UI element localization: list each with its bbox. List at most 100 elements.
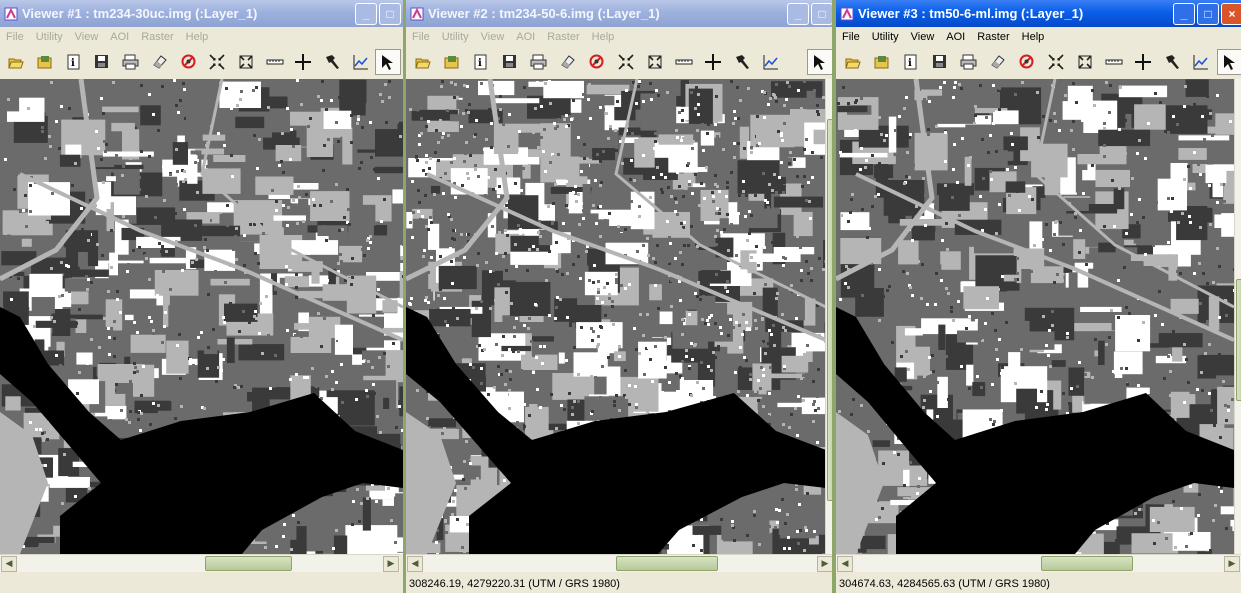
eraser-icon[interactable]	[146, 49, 175, 75]
zoom-in-icon[interactable]	[203, 49, 232, 75]
open-icon[interactable]	[2, 49, 31, 75]
save-icon[interactable]	[88, 49, 117, 75]
zoom-in-icon[interactable]	[1041, 49, 1070, 75]
eraser-icon[interactable]	[553, 49, 582, 75]
scroll-right-button[interactable]: ▶	[817, 556, 833, 572]
scroll-left-button[interactable]: ◀	[1, 556, 17, 572]
menu-raster[interactable]: Raster	[135, 31, 179, 43]
viewer-1-titlebar[interactable]: Viewer #1 : tm234-30uc.img (:Layer_1) _ …	[0, 0, 403, 27]
menu-help[interactable]: Help	[1016, 31, 1051, 43]
close-button[interactable]: ×	[1221, 2, 1241, 25]
viewer-2-toolbar: i	[406, 47, 835, 77]
clear-icon[interactable]	[174, 49, 203, 75]
measure-icon[interactable]	[260, 49, 289, 75]
hammer-icon[interactable]	[727, 49, 756, 75]
menu-utility[interactable]: Utility	[436, 31, 475, 43]
menu-raster[interactable]: Raster	[541, 31, 585, 43]
viewer-3-vscrollbar[interactable]	[1234, 79, 1241, 554]
viewer-1-title: Viewer #1 : tm234-30uc.img (:Layer_1)	[22, 6, 258, 21]
open-raster-icon[interactable]	[867, 49, 896, 75]
menu-help[interactable]: Help	[586, 31, 621, 43]
pointer-icon[interactable]	[807, 49, 833, 75]
menu-utility[interactable]: Utility	[30, 31, 69, 43]
viewer-2-menubar: File Utility View AOI Raster Help	[406, 27, 835, 46]
menu-view[interactable]: View	[69, 31, 105, 43]
viewer-3-hscrollbar[interactable]: ◀ ▶	[836, 554, 1241, 572]
menu-aoi[interactable]: AOI	[940, 31, 971, 43]
scroll-thumb[interactable]	[1041, 556, 1133, 571]
pointer-icon[interactable]	[1217, 49, 1241, 75]
minimize-button[interactable]: _	[787, 2, 809, 25]
zoom-in-icon[interactable]	[611, 49, 640, 75]
measure-icon[interactable]	[1099, 49, 1128, 75]
scroll-right-button[interactable]: ▶	[383, 556, 399, 572]
viewer-3-menubar: File Utility View AOI Raster Help	[836, 27, 1241, 46]
open-icon[interactable]	[408, 49, 437, 75]
profile-icon[interactable]	[756, 49, 785, 75]
print-icon[interactable]	[524, 49, 553, 75]
menu-raster[interactable]: Raster	[971, 31, 1015, 43]
open-raster-icon[interactable]	[437, 49, 466, 75]
viewer-3-image[interactable]	[836, 79, 1234, 554]
print-icon[interactable]	[954, 49, 983, 75]
pointer-icon[interactable]	[375, 49, 401, 75]
save-icon[interactable]	[925, 49, 954, 75]
viewer-3-titlebar[interactable]: Viewer #3 : tm50-6-ml.img (:Layer_1) _ □…	[836, 0, 1241, 27]
maximize-button[interactable]: □	[379, 2, 401, 25]
print-icon[interactable]	[117, 49, 146, 75]
zoom-out-icon[interactable]	[640, 49, 669, 75]
info-icon[interactable]: i	[466, 49, 495, 75]
crosshair-icon[interactable]	[289, 49, 318, 75]
viewer-2-title: Viewer #2 : tm234-50-6.img (:Layer_1)	[428, 6, 660, 21]
svg-text:i: i	[478, 58, 482, 69]
scroll-left-button[interactable]: ◀	[837, 556, 853, 572]
save-icon[interactable]	[495, 49, 524, 75]
hammer-icon[interactable]	[318, 49, 347, 75]
profile-icon[interactable]	[346, 49, 375, 75]
clear-icon[interactable]	[1012, 49, 1041, 75]
menu-aoi[interactable]: AOI	[510, 31, 541, 43]
scroll-thumb[interactable]	[616, 556, 718, 571]
classified-image	[406, 79, 826, 554]
zoom-out-icon[interactable]	[1070, 49, 1099, 75]
viewer-2-titlebar[interactable]: Viewer #2 : tm234-50-6.img (:Layer_1) _ …	[406, 0, 835, 27]
menu-help[interactable]: Help	[180, 31, 215, 43]
maximize-button[interactable]: □	[811, 2, 833, 25]
maximize-button[interactable]: □	[1197, 2, 1219, 25]
viewer-1-toolbar: i	[0, 47, 403, 77]
menu-file[interactable]: File	[836, 31, 866, 43]
viewer-2-statusbar: 308246.19, 4279220.31 (UTM / GRS 1980)	[409, 577, 620, 590]
zoom-out-icon[interactable]	[232, 49, 261, 75]
menu-file[interactable]: File	[0, 31, 30, 43]
minimize-button[interactable]: _	[1173, 2, 1195, 25]
open-icon[interactable]	[838, 49, 867, 75]
hammer-icon[interactable]	[1157, 49, 1186, 75]
menu-file[interactable]: File	[406, 31, 436, 43]
open-raster-icon[interactable]	[31, 49, 60, 75]
minimize-button[interactable]: _	[355, 2, 377, 25]
menu-view[interactable]: View	[475, 31, 511, 43]
clear-icon[interactable]	[582, 49, 611, 75]
classified-image	[0, 79, 403, 554]
scroll-left-button[interactable]: ◀	[407, 556, 423, 572]
scroll-thumb[interactable]	[1236, 279, 1241, 401]
menu-utility[interactable]: Utility	[866, 31, 905, 43]
scroll-thumb[interactable]	[205, 556, 292, 571]
profile-icon[interactable]	[1186, 49, 1215, 75]
crosshair-icon[interactable]	[698, 49, 727, 75]
viewer-1-window: Viewer #1 : tm234-30uc.img (:Layer_1) _ …	[0, 0, 403, 593]
viewer-2-hscrollbar[interactable]: ◀ ▶	[406, 554, 834, 572]
eraser-icon[interactable]	[983, 49, 1012, 75]
menu-aoi[interactable]: AOI	[104, 31, 135, 43]
menu-view[interactable]: View	[905, 31, 941, 43]
viewer-1-hscrollbar[interactable]: ◀ ▶	[0, 554, 400, 572]
svg-text:i: i	[71, 58, 75, 69]
info-icon[interactable]: i	[896, 49, 925, 75]
measure-icon[interactable]	[669, 49, 698, 75]
classified-image	[836, 79, 1234, 554]
scroll-right-button[interactable]: ▶	[1224, 556, 1240, 572]
viewer-2-image[interactable]	[406, 79, 826, 554]
info-icon[interactable]: i	[59, 49, 88, 75]
crosshair-icon[interactable]	[1128, 49, 1157, 75]
viewer-1-image[interactable]	[0, 79, 403, 554]
